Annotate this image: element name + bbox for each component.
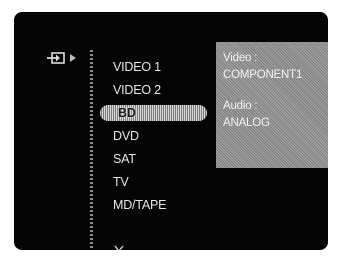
input-item-label: VIDEO 2: [113, 83, 161, 97]
input-select-screen: VIDEO 1 VIDEO 2 BD DVD SAT TV MD/TAPE Vi…: [14, 12, 328, 250]
audio-label: Audio :: [223, 100, 258, 112]
input-item-video1[interactable]: VIDEO 1: [98, 57, 218, 77]
input-item-label: SAT: [113, 152, 136, 166]
input-item-label: BD: [118, 106, 136, 120]
input-info-panel: Video : COMPONENT1 Audio : ANALOG: [216, 42, 328, 168]
selection-highlight: [100, 105, 207, 121]
audio-value: ANALOG: [223, 117, 270, 129]
input-item-label: MD/TAPE: [113, 198, 167, 212]
input-item-md-tape[interactable]: MD/TAPE: [98, 195, 218, 215]
input-item-sat[interactable]: SAT: [98, 149, 218, 169]
input-item-label: DVD: [113, 129, 139, 143]
input-item-label: VIDEO 1: [113, 60, 161, 74]
input-item-dvd[interactable]: DVD: [98, 126, 218, 146]
input-item-bd[interactable]: BD: [98, 103, 218, 123]
menu-divider: [90, 50, 93, 250]
video-label: Video :: [223, 52, 258, 64]
input-item-video2[interactable]: VIDEO 2: [98, 80, 218, 100]
input-select-icon: [47, 52, 76, 64]
video-value: COMPONENT1: [223, 69, 303, 81]
chevron-down-icon[interactable]: [113, 244, 125, 250]
input-list: VIDEO 1 VIDEO 2 BD DVD SAT TV MD/TAPE: [98, 52, 228, 250]
screen-frame: VIDEO 1 VIDEO 2 BD DVD SAT TV MD/TAPE Vi…: [0, 0, 341, 259]
input-item-label: TV: [113, 175, 129, 189]
input-item-tv[interactable]: TV: [98, 172, 218, 192]
